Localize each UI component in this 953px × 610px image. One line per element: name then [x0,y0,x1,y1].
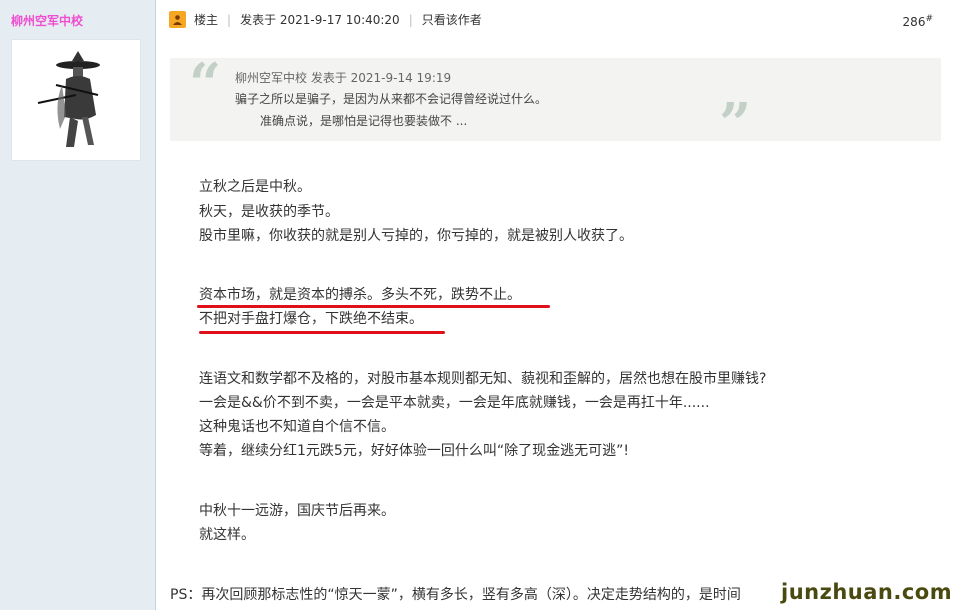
post-time: 发表于 2021-9-17 10:40:20 [240,13,400,27]
open-quote-icon: “ [189,51,222,117]
author-name[interactable]: 柳州空军中校 [11,12,83,29]
body-line: 股市里嘛，你收获的就是别人亏掉的，你亏掉的，就是被别人收获了。 [199,228,633,244]
quote-line: 骗子之所以是骗子，是因为从来都不会记得曾经说过什么。 [235,92,548,106]
user-icon [169,11,186,28]
post-header: 楼主 | 发表于 2021-9-17 10:40:20 | 只看该作者 [169,11,482,28]
divider: | [408,12,413,27]
quote-block: “ 柳州空军中校 发表于 2021-9-14 19:19 骗子之所以是骗子，是因… [170,51,941,152]
body-line-highlighted: 资本市场，就是资本的搏杀。多头不死，跌势不止。 [199,287,521,303]
body-line: 等着，继续分红1元跌5元，好好体验一回什么叫“除了现金逃无可逃”! [199,443,629,459]
quote-meta[interactable]: 柳州空军中校 发表于 2021-9-14 19:19 [235,69,451,86]
close-quote-icon: ” [719,91,752,157]
post-main: 楼主 | 发表于 2021-9-17 10:40:20 | 只看该作者 286#… [157,0,953,610]
floor-value: 286 [902,15,926,29]
body-line: 中秋十一远游，国庆节后再来。 [199,503,395,519]
author-sidebar: 柳州空军中校 [0,0,156,610]
body-line: 连语文和数学都不及格的，对股市基本规则都无知、藐视和歪解的，居然也想在股市里赚钱… [199,371,767,387]
body-line: 立秋之后是中秋。 [199,179,311,195]
body-line: 一会是&&价不到不卖，一会是平本就卖，一会是年底就赚钱，一会是再扛十年.....… [199,395,710,411]
warrior-figure-icon [37,51,100,147]
floor-suffix: # [925,14,933,24]
body-line: 这种鬼话也不知道自个信不信。 [199,419,395,435]
avatar[interactable] [11,39,141,161]
quote-line: 准确点说，是哪怕是记得也要装做不 ... [260,114,468,128]
site-watermark: junzhuan.com [781,580,953,604]
body-line: 就这样。 [199,527,255,543]
only-author-link[interactable]: 只看该作者 [422,11,482,28]
red-underline [199,331,445,334]
body-line: 秋天，是收获的季节。 [199,204,339,220]
divider: | [227,12,232,27]
floor-number[interactable]: 286# [903,14,933,29]
poster-role: 楼主 [194,13,219,27]
ps-note: PS：再次回顾那标志性的“惊天一蒙”，横有多长，竖有多高（深）。决定走势结构的，… [170,587,741,603]
body-line-highlighted: 不把对手盘打爆仓，下跌绝不结束。 [199,311,423,327]
